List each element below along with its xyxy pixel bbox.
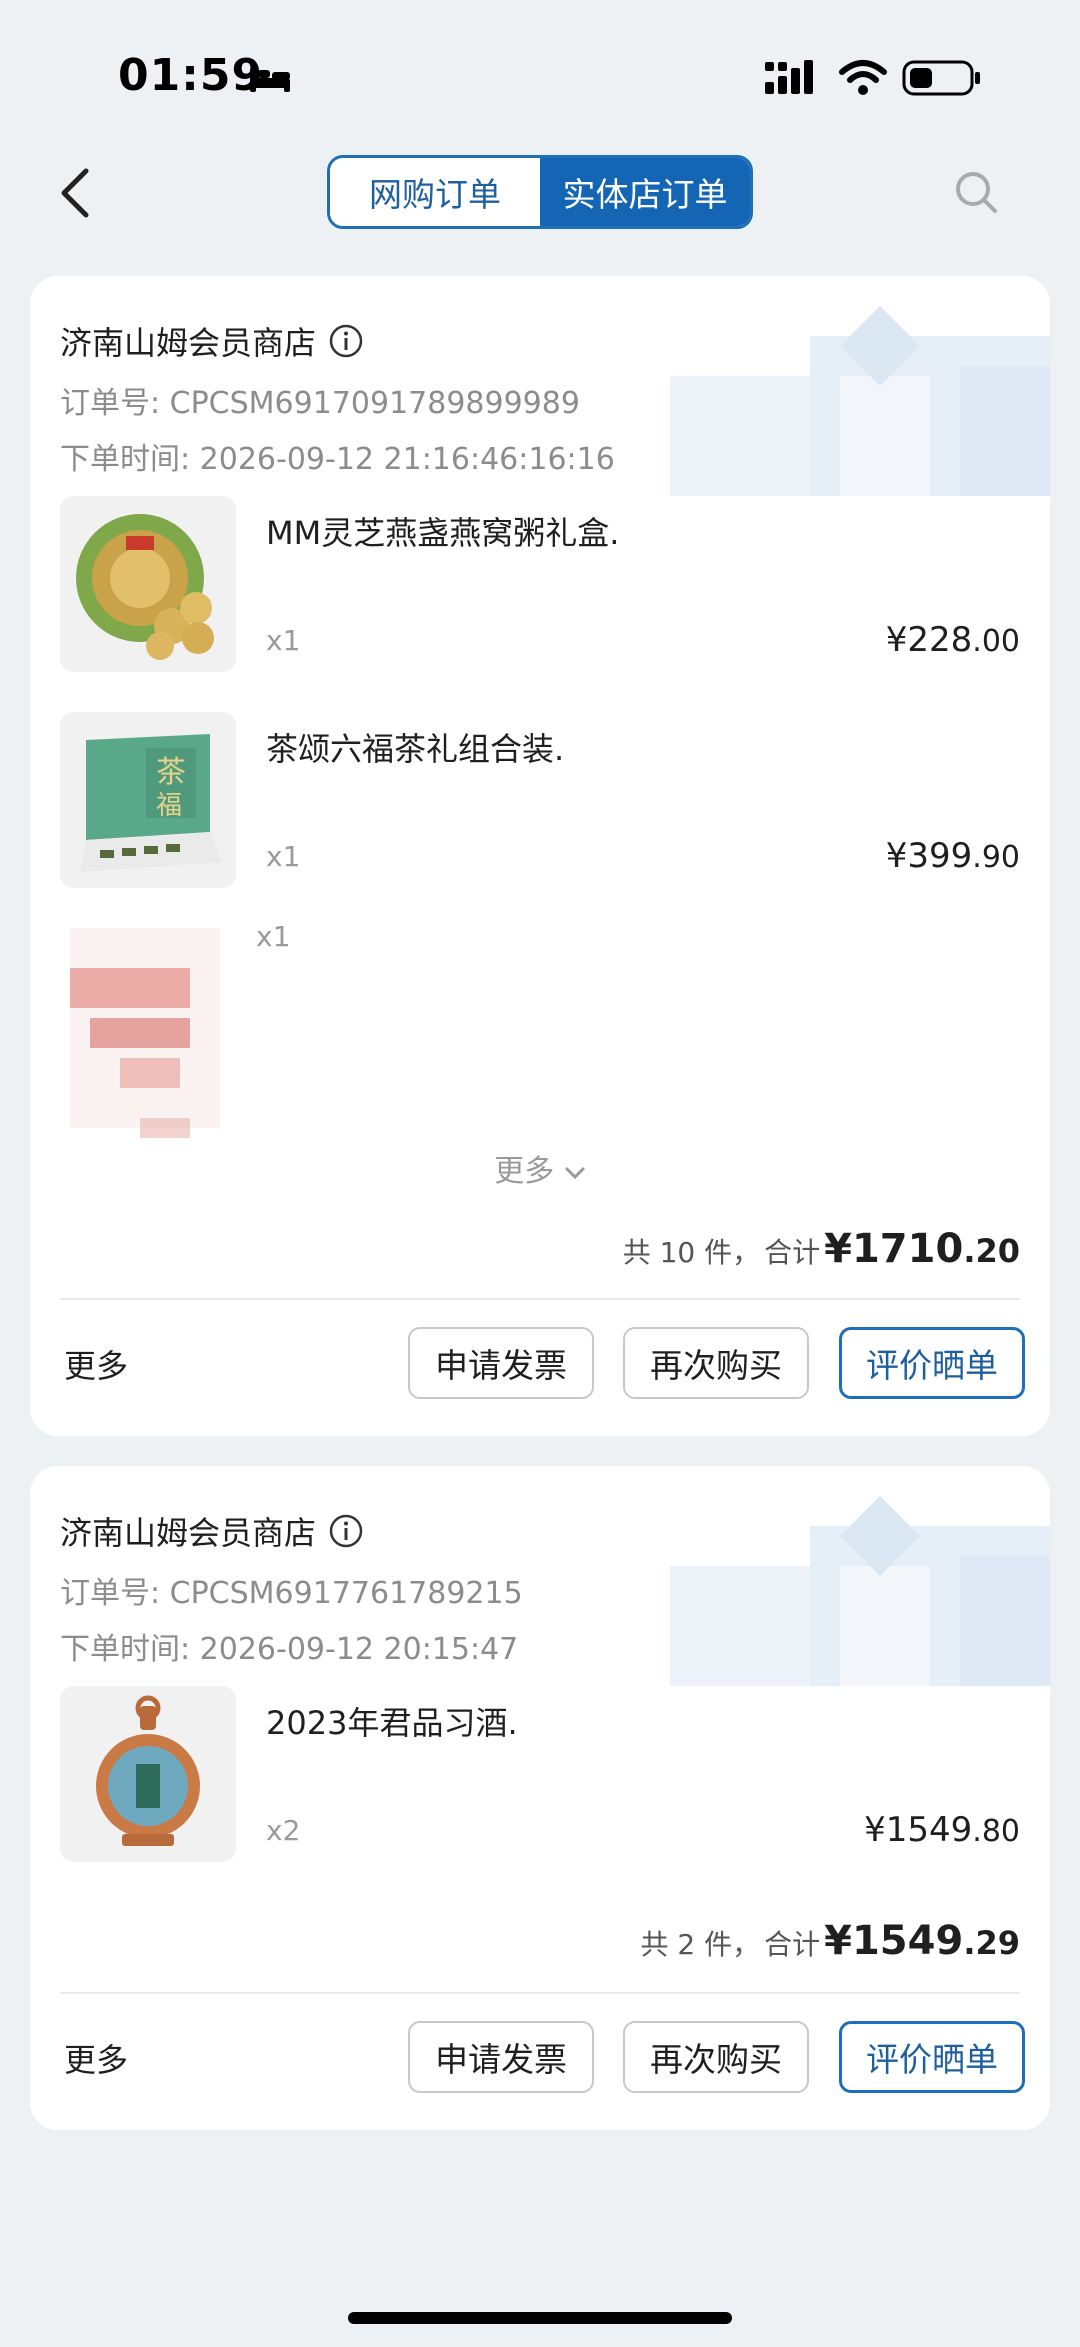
status-time: 01:59	[118, 50, 264, 101]
product-name: 茶颂六福茶礼组合装.	[266, 730, 565, 768]
product-price: ¥1549.80	[864, 1810, 1020, 1850]
home-indicator[interactable]	[348, 2312, 732, 2324]
order-actions: 更多 申请发票 再次购买 评价晒单	[30, 1327, 1050, 1399]
order-total: ¥1549.29	[824, 1918, 1020, 1964]
store-building-illustration	[580, 306, 1050, 496]
info-icon[interactable]	[328, 1513, 364, 1549]
obscured-product-image	[70, 928, 220, 1138]
buy-again-button[interactable]: 再次购买	[623, 1327, 809, 1399]
more-actions-link[interactable]: 更多	[64, 2035, 128, 2081]
status-bar: 01:59	[0, 0, 1080, 150]
product-quantity: x1	[256, 920, 291, 953]
product-image	[60, 496, 236, 672]
chevron-down-icon	[565, 1167, 585, 1179]
review-button[interactable]: 评价晒单	[839, 1327, 1025, 1399]
total-label: 合计	[764, 1236, 821, 1269]
show-more-items-toggle[interactable]: 更多	[30, 1146, 1050, 1190]
order-item[interactable]: 2023年君品习酒. x2 ¥1549.80	[30, 1686, 1050, 1902]
product-price: ¥228.00	[885, 620, 1020, 660]
store-building-illustration	[580, 1496, 1050, 1686]
review-button[interactable]: 评价晒单	[839, 2021, 1025, 2093]
product-image: 茶 福	[60, 712, 236, 888]
order-header: 济南山姆会员商店 订单号: CPCSM6917091789899989 下单时间…	[30, 276, 1050, 496]
svg-text:茶: 茶	[156, 755, 186, 790]
back-icon[interactable]	[56, 165, 96, 221]
item-count: 共 2 件，	[640, 1928, 761, 1961]
request-invoice-button[interactable]: 申请发票	[408, 2021, 594, 2093]
wifi-icon	[839, 60, 887, 95]
product-price: ¥399.90	[885, 836, 1020, 876]
svg-text:福: 福	[156, 791, 182, 821]
search-icon[interactable]	[954, 170, 998, 214]
order-total: ¥1710.20	[824, 1226, 1020, 1272]
order-time: 下单时间: 2026-09-12 20:15:47	[60, 1632, 519, 1667]
buy-again-button[interactable]: 再次购买	[623, 2021, 809, 2093]
order-number: 订单号: CPCSM6917761789215	[60, 1576, 523, 1611]
sleep-mode-icon	[250, 68, 290, 92]
product-name: 2023年君品习酒.	[266, 1704, 518, 1742]
store-name-row[interactable]: 济南山姆会员商店	[60, 318, 364, 364]
divider	[60, 1992, 1020, 1994]
divider	[60, 1298, 1020, 1300]
product-quantity: x1	[266, 624, 301, 657]
request-invoice-button[interactable]: 申请发票	[408, 1327, 594, 1399]
order-item[interactable]: 茶 福 茶颂六福茶礼组合装. x1 ¥399.90	[30, 712, 1050, 928]
order-item[interactable]: MM灵芝燕盏燕窝粥礼盒. x1 ¥228.00	[30, 496, 1050, 712]
order-item-obscured: x1	[30, 920, 1050, 1168]
total-label: 合计	[764, 1928, 821, 1961]
order-summary: 共 10 件， 合计 ¥1710.20	[623, 1226, 1020, 1272]
page: 01:59 网购订单 实体店订单 济南山姆会员商店 订单号: CPCSM6917…	[0, 0, 1080, 2347]
store-name-row[interactable]: 济南山姆会员商店	[60, 1508, 364, 1554]
tab-store-orders[interactable]: 实体店订单	[540, 158, 750, 226]
product-image	[60, 1686, 236, 1862]
info-icon[interactable]	[328, 323, 364, 359]
product-quantity: x2	[266, 1814, 301, 1847]
order-number: 订单号: CPCSM6917091789899989	[60, 386, 580, 421]
item-count: 共 10 件，	[622, 1236, 761, 1269]
order-summary: 共 2 件， 合计 ¥1549.29	[641, 1918, 1021, 1964]
store-name: 济南山姆会员商店	[60, 1514, 317, 1552]
product-name: MM灵芝燕盏燕窝粥礼盒.	[266, 514, 620, 552]
order-card: 济南山姆会员商店 订单号: CPCSM6917091789899989 下单时间…	[30, 276, 1050, 1436]
tab-online-orders[interactable]: 网购订单	[330, 158, 540, 226]
order-actions: 更多 申请发票 再次购买 评价晒单	[30, 2021, 1050, 2093]
product-quantity: x1	[266, 840, 301, 873]
battery-icon	[902, 60, 980, 96]
cellular-signal-icon	[765, 60, 813, 94]
order-card: 济南山姆会员商店 订单号: CPCSM6917761789215 下单时间: 2…	[30, 1466, 1050, 2130]
order-time: 下单时间: 2026-09-12 21:16:46:16:16	[60, 442, 615, 477]
store-name: 济南山姆会员商店	[60, 324, 317, 362]
more-actions-link[interactable]: 更多	[64, 1341, 128, 1387]
order-type-tabs: 网购订单 实体店订单	[327, 155, 753, 229]
order-header: 济南山姆会员商店 订单号: CPCSM6917761789215 下单时间: 2…	[30, 1466, 1050, 1686]
